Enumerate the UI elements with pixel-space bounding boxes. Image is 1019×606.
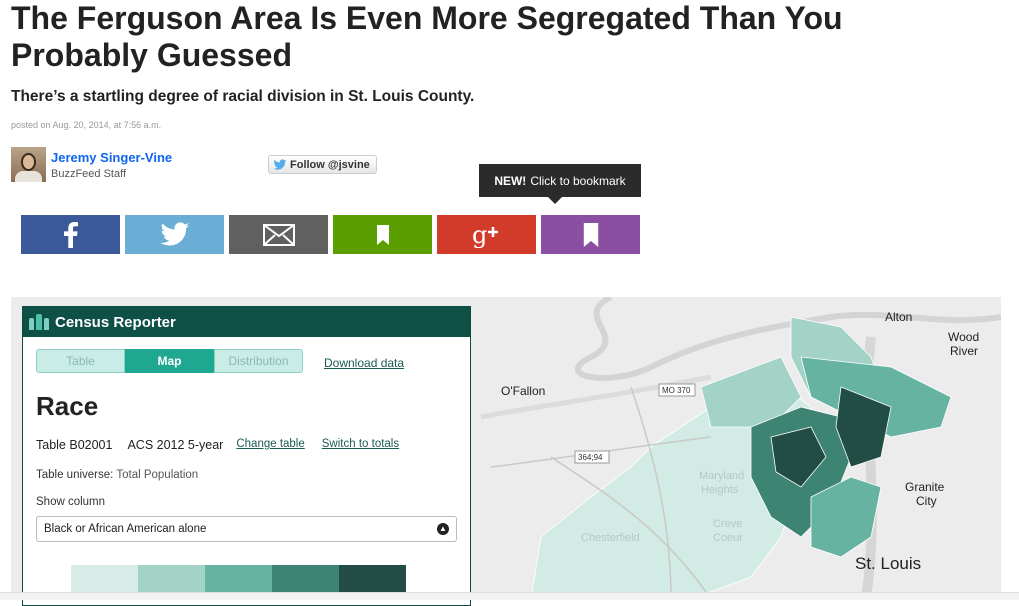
avatar-shirt-shape — [15, 171, 42, 182]
view-tabs: Table Map Distribution — [36, 349, 303, 373]
tab-distribution[interactable]: Distribution — [214, 349, 303, 373]
article-headline: The Ferguson Area Is Even More Segregate… — [11, 0, 843, 73]
share-email-button[interactable] — [229, 215, 328, 254]
change-table-link[interactable]: Change table — [236, 438, 304, 452]
map-legend — [71, 565, 406, 595]
google-plus-icon: g — [472, 222, 498, 248]
tooltip-badge: NEW! — [494, 173, 527, 188]
label-city: City — [916, 494, 937, 508]
label-maryland: Maryland — [699, 470, 744, 482]
label-river: River — [950, 344, 978, 358]
river-mississippi — [574, 297, 1001, 381]
author-avatar[interactable] — [11, 147, 46, 182]
bookmark-icon — [583, 222, 598, 247]
twitter-bird-icon — [273, 158, 287, 170]
share-facebook-button[interactable] — [21, 215, 120, 254]
label-granite: Granite — [905, 480, 945, 494]
switch-to-totals-link[interactable]: Switch to totals — [322, 438, 399, 452]
rt364-label: 364;94 — [578, 453, 603, 462]
label-creve: Creve — [713, 518, 742, 530]
download-data-link[interactable]: Download data — [324, 356, 404, 370]
column-select[interactable]: Black or African American alone ▲ — [36, 516, 457, 542]
avatar-head-shape — [21, 153, 36, 171]
twitter-follow-button[interactable]: Follow @jsvine — [268, 155, 377, 174]
legend-swatch-1 — [71, 565, 138, 595]
legend-swatch-5 — [339, 565, 406, 595]
census-reporter-header: Census Reporter — [23, 307, 470, 337]
chevron-updown-icon: ▲ — [437, 523, 449, 535]
tooltip-arrow — [548, 197, 562, 204]
post-timestamp: posted on Aug. 20, 2014, at 7:56 a.m. — [11, 120, 162, 130]
bookmark-icon — [376, 224, 389, 245]
census-reporter-panel: Census Reporter Table Map Distribution D… — [22, 306, 471, 606]
label-wood: Wood — [948, 330, 979, 344]
label-coeur: Coeur — [713, 532, 743, 544]
label-alton: Alton — [885, 310, 912, 324]
share-bookmark-new-button[interactable] — [541, 215, 640, 254]
table-id: Table B02001 — [36, 438, 113, 452]
universe-value: Total Population — [116, 469, 199, 481]
share-google-plus-button[interactable]: g — [437, 215, 536, 254]
census-reporter-brand: Census Reporter — [55, 313, 176, 331]
dataset-label: ACS 2012 5-year — [127, 438, 224, 452]
tab-table[interactable]: Table — [36, 349, 125, 373]
mo370-label: MO 370 — [662, 386, 691, 395]
census-reporter-logo-icon — [29, 314, 49, 330]
article-dek: There’s a startling degree of racial div… — [11, 88, 475, 105]
facebook-icon — [63, 221, 78, 248]
legend-swatch-3 — [205, 565, 272, 595]
legend-swatch-4 — [272, 565, 339, 595]
share-bookmark-button[interactable] — [333, 215, 432, 254]
follow-label: Follow @jsvine — [290, 158, 370, 171]
envelope-icon — [262, 223, 295, 246]
column-select-value: Black or African American alone — [44, 523, 207, 535]
show-column-label: Show column — [36, 496, 106, 508]
share-twitter-button[interactable] — [125, 215, 224, 254]
label-ofallon: O'Fallon — [501, 384, 545, 398]
tab-map[interactable]: Map — [125, 349, 214, 373]
table-universe: Table universe: Total Population — [36, 469, 198, 481]
legend-swatch-2 — [138, 565, 205, 595]
author-role: BuzzFeed Staff — [51, 168, 127, 180]
universe-label: Table universe: — [36, 469, 114, 481]
twitter-bird-icon — [160, 221, 189, 246]
bookmark-tooltip: NEW! Click to bookmark — [479, 164, 641, 197]
table-meta: Table B02001 ACS 2012 5-year Change tabl… — [36, 438, 399, 452]
table-title: Race — [36, 391, 99, 421]
tooltip-text: Click to bookmark — [530, 173, 626, 188]
author-name-link[interactable]: Jeremy Singer-Vine — [51, 150, 172, 165]
label-st-louis: St. Louis — [855, 554, 921, 573]
label-chesterfield: Chesterfield — [581, 532, 640, 544]
label-heights: Heights — [701, 484, 739, 496]
svg-text:g: g — [472, 222, 487, 248]
